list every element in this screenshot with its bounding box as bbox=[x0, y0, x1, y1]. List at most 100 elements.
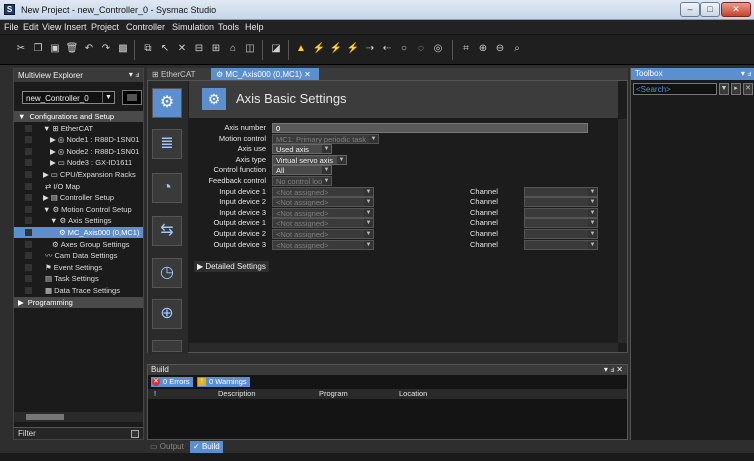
undo-icon[interactable]: ↶ bbox=[82, 42, 96, 56]
tree-item[interactable]: ▶ ▤ Controller Setup bbox=[14, 192, 143, 203]
tab-build[interactable]: ✓ Build bbox=[190, 441, 223, 453]
column-header[interactable]: Description bbox=[218, 389, 256, 399]
synchronize-icon[interactable]: ✕ bbox=[175, 42, 189, 56]
redo-icon[interactable]: ↷ bbox=[99, 42, 113, 56]
collapse-arrow-icon[interactable]: ▼ bbox=[18, 112, 25, 121]
minimize-button[interactable]: – bbox=[680, 2, 700, 17]
tree-item[interactable]: ▼ Configurations and Setup bbox=[14, 111, 143, 122]
warnings-filter[interactable]: ! 0 Warnings bbox=[197, 377, 250, 387]
menu-view[interactable]: View bbox=[42, 22, 61, 32]
controller-select[interactable]: new_Controller_0 ▼ bbox=[22, 91, 115, 104]
expand-arrow-icon[interactable]: ▶ bbox=[50, 158, 56, 167]
menu-simulation[interactable]: Simulation bbox=[172, 22, 214, 32]
menu-project[interactable]: Project bbox=[91, 22, 119, 32]
menu-tools[interactable]: Tools bbox=[218, 22, 239, 32]
simulation-run-icon[interactable]: ○ bbox=[397, 42, 411, 56]
menu-edit[interactable]: Edit bbox=[23, 22, 39, 32]
maximize-button[interactable]: □ bbox=[700, 2, 720, 17]
offline-icon[interactable]: ↖ bbox=[158, 42, 172, 56]
simulation-pause-icon[interactable]: ◌ bbox=[414, 42, 428, 56]
tree-item[interactable]: ▦ Data Trace Settings bbox=[14, 285, 143, 296]
tree-item[interactable]: ⚑ Event Settings bbox=[14, 262, 143, 273]
collapse-arrow-icon[interactable]: ▼ bbox=[50, 216, 57, 225]
expand-arrow-icon[interactable]: ▶ bbox=[43, 170, 49, 179]
pane-horizontal-scrollbar[interactable] bbox=[189, 343, 618, 352]
chevron-down-icon[interactable]: ▼ bbox=[102, 92, 114, 103]
filter-toggle[interactable] bbox=[131, 430, 139, 438]
chevron-down-icon[interactable]: ▼ bbox=[719, 83, 729, 95]
build-icon[interactable]: ▩ bbox=[116, 42, 130, 56]
tree-item[interactable]: 〰 Cam Data Settings bbox=[14, 250, 143, 261]
position-count-settings-icon[interactable]: ⊕ bbox=[152, 299, 182, 329]
force-cancel-icon[interactable]: ⚡ bbox=[346, 42, 360, 56]
set-icon[interactable]: ⇢ bbox=[363, 42, 377, 56]
errors-filter[interactable]: ✕ 0 Errors bbox=[151, 377, 193, 387]
other-operation-settings-icon[interactable]: ⇆ bbox=[152, 216, 182, 246]
tree-item[interactable]: ▶ ▭ Node3 : GX-ID1611 bbox=[14, 157, 143, 168]
zoom-out-icon[interactable]: ⊖ bbox=[493, 42, 507, 56]
menu-help[interactable]: Help bbox=[245, 22, 264, 32]
menu-file[interactable]: File bbox=[4, 22, 19, 32]
expand-arrow-icon[interactable]: ▶ bbox=[43, 193, 49, 202]
column-header[interactable]: Program bbox=[319, 389, 348, 399]
collapse-arrow-icon[interactable]: ▼ bbox=[43, 205, 50, 214]
clear-search-icon[interactable]: ✕ bbox=[743, 83, 753, 95]
expand-arrow-icon[interactable]: ▶ bbox=[18, 298, 24, 307]
column-header[interactable]: ! bbox=[154, 389, 156, 399]
compare-icon[interactable]: ⌂ bbox=[226, 42, 240, 56]
search-options-icon[interactable]: ▸ bbox=[731, 83, 741, 95]
toolbox-search-input[interactable]: <Search> bbox=[633, 83, 717, 95]
tree-item[interactable]: ▼ ⊞ EtherCAT bbox=[14, 123, 143, 134]
simulation-stop-icon[interactable]: ◎ bbox=[431, 42, 445, 56]
tree-item[interactable]: ▶ ▭ CPU/Expansion Racks bbox=[14, 169, 143, 180]
axis-number-input[interactable]: 0 bbox=[272, 123, 588, 133]
setting-dropdown[interactable]: Virtual servo axis ▼ bbox=[272, 154, 347, 165]
detailed-settings-toggle[interactable]: ▶ Detailed Settings bbox=[194, 261, 269, 272]
explorer-horizontal-scrollbar[interactable] bbox=[14, 412, 143, 422]
axis-basic-settings-icon[interactable]: ⚙ bbox=[152, 88, 182, 118]
zoom-in-icon[interactable]: ⊕ bbox=[476, 42, 490, 56]
force-on-icon[interactable]: ⚡ bbox=[312, 42, 326, 56]
expand-arrow-icon[interactable]: ▶ bbox=[50, 147, 56, 156]
pin-icon[interactable]: ▾ ⅎ bbox=[741, 69, 751, 78]
tree-item[interactable]: ▼ ⚙ Axis Settings bbox=[14, 215, 143, 226]
tree-item[interactable]: ▤ Task Settings bbox=[14, 273, 143, 284]
tab-mc-axis000[interactable]: ⚙ MC_Axis000 (0,MC1) ✕ bbox=[211, 68, 319, 80]
cut-icon[interactable]: ✂ bbox=[14, 42, 28, 56]
setting-dropdown[interactable]: All ▼ bbox=[272, 165, 332, 176]
copy-icon[interactable]: ❐ bbox=[31, 42, 45, 56]
limit-settings-icon[interactable]: ◷ bbox=[152, 258, 182, 288]
column-header[interactable]: Location bbox=[399, 389, 427, 399]
operation-settings-icon[interactable]: ◔ bbox=[152, 173, 182, 203]
tree-item[interactable]: ▶ ◎ Node2 : R88D-1SN01 bbox=[14, 146, 143, 157]
online-icon[interactable]: ⧉ bbox=[141, 42, 155, 56]
close-button[interactable]: ✕ bbox=[721, 2, 751, 17]
tree-item[interactable]: ⚙ Axes Group Settings bbox=[14, 239, 143, 250]
tree-item[interactable]: ▶ ◎ Node1 : R88D-1SN01 bbox=[14, 134, 143, 145]
panel-controls[interactable]: ▾ ⅎ ✕ bbox=[604, 365, 623, 375]
cross-reference-icon[interactable]: ⌕ bbox=[510, 42, 524, 56]
run-icon[interactable]: ◫ bbox=[243, 42, 257, 56]
close-tab-icon[interactable]: ✕ bbox=[304, 70, 311, 79]
force-off-icon[interactable]: ⚡ bbox=[329, 42, 343, 56]
transfer-icon[interactable]: ⊟ bbox=[192, 42, 206, 56]
tree-item[interactable]: ▶ Programming bbox=[14, 296, 143, 308]
tab-ethercat[interactable]: ⊞ EtherCAT bbox=[147, 68, 209, 80]
tree-item[interactable]: ⇄ I/O Map bbox=[14, 181, 143, 192]
pin-icon[interactable]: ▾ ⅎ bbox=[129, 70, 139, 79]
reset-bit-icon[interactable]: ⇠ bbox=[380, 42, 394, 56]
expand-arrow-icon[interactable]: ▶ bbox=[50, 135, 56, 144]
setting-dropdown[interactable]: Used axis ▼ bbox=[272, 144, 332, 155]
tree-item[interactable]: ▼ ⚙ Motion Control Setup bbox=[14, 204, 143, 215]
pane-vertical-scrollbar[interactable] bbox=[618, 119, 627, 343]
zoom-fit-icon[interactable]: ⌗ bbox=[459, 42, 473, 56]
scrollbar-thumb[interactable] bbox=[26, 414, 64, 420]
transfer-from-icon[interactable]: ⊞ bbox=[209, 42, 223, 56]
paste-icon[interactable]: ▣ bbox=[48, 42, 62, 56]
delete-icon[interactable]: 🗑 bbox=[65, 42, 79, 56]
controller-status-icon[interactable] bbox=[122, 90, 142, 105]
tree-item[interactable]: ⚙ MC_Axis000 (0,MC1) bbox=[14, 227, 143, 238]
stop-icon[interactable]: ◪ bbox=[269, 42, 283, 56]
collapse-arrow-icon[interactable]: ▼ bbox=[43, 124, 50, 133]
warning-icon[interactable]: ▲ bbox=[294, 42, 308, 56]
